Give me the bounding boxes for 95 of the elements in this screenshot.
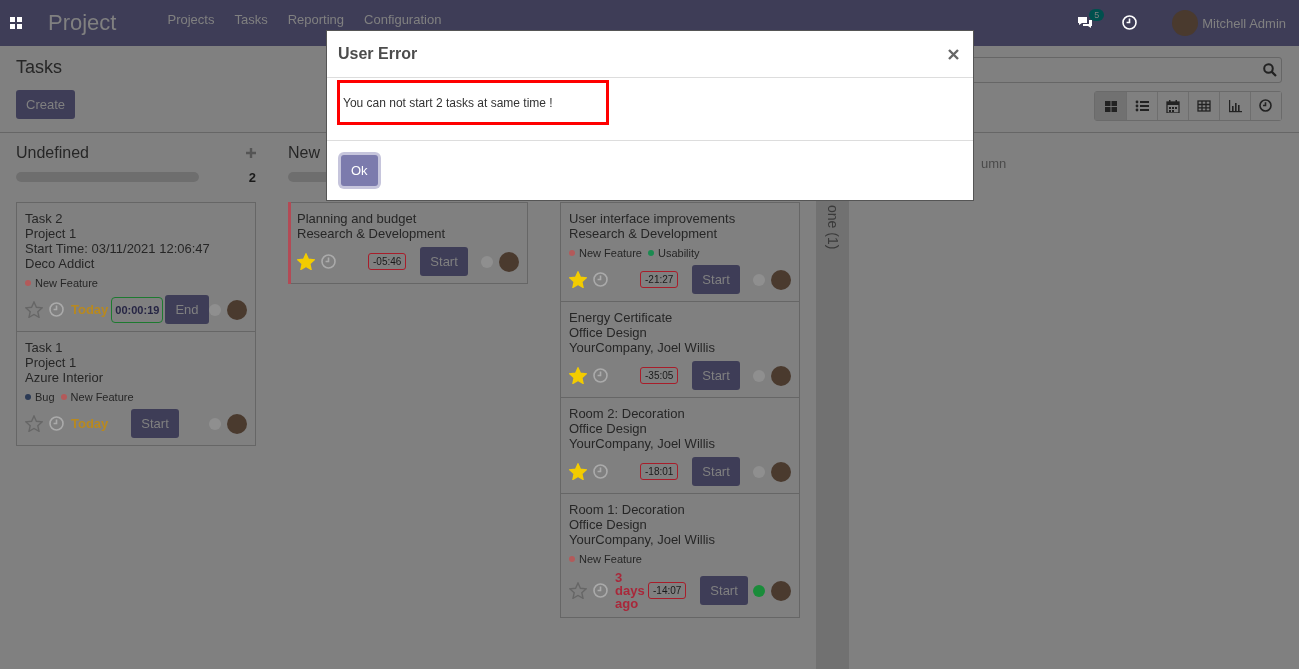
card-text: Room 1: Decoration — [569, 502, 686, 517]
tag-label: Bug — [35, 391, 55, 403]
card-text: Project 1 — [25, 355, 78, 370]
task-action-button[interactable]: Start — [692, 457, 740, 486]
assignee-avatar — [227, 299, 247, 320]
close-icon[interactable] — [948, 48, 959, 60]
table-view-icon — [1197, 99, 1211, 113]
create-button[interactable]: Create — [16, 90, 76, 119]
calendar-view-icon — [1166, 99, 1180, 113]
task-action-button[interactable]: Start — [692, 265, 740, 294]
kanban-view-icon — [1103, 99, 1118, 113]
task-action-button[interactable]: Start — [692, 361, 740, 390]
star-filled-icon[interactable] — [297, 253, 315, 270]
card-text: Office Design — [569, 517, 648, 532]
star-filled-icon[interactable] — [569, 271, 587, 288]
star-outline-icon[interactable] — [569, 582, 587, 599]
card-text: YourCompany, Joel Willis — [569, 436, 716, 451]
assignee-avatar — [227, 413, 247, 434]
tag-label: New Feature — [35, 277, 98, 289]
card-text: Office Design — [569, 421, 648, 436]
status-dot[interactable] — [209, 303, 221, 316]
page-title: Tasks — [16, 57, 63, 78]
timer-badge: 00:00:19 — [111, 296, 164, 323]
error-message: You can not start 2 tasks at same time ! — [343, 95, 553, 110]
task-card[interactable]: Room 2: Decoration Office Design YourCompany, Joel Willis -18:01 Start — [560, 397, 800, 494]
dialog-title: User Error — [338, 45, 418, 63]
column-title: Undefined — [16, 144, 89, 162]
bar-chart-view-icon — [1228, 99, 1242, 113]
task-card[interactable]: User interface improvements Research & Development New Feature Usability -21:27 Start — [560, 202, 800, 302]
user-name[interactable]: Mitchell Admin — [1202, 15, 1286, 31]
timer-badge: -21:27 — [640, 271, 679, 288]
timer-badge: -35:05 — [640, 367, 679, 384]
column-title: New — [288, 144, 320, 162]
task-card[interactable]: Task 2 Project 1 Start Time: 03/11/2021 12:06:47 Deco Addict New Feature Today 00:00:19 End — [16, 202, 256, 332]
card-text: Task 1 — [25, 340, 64, 355]
deadline-date: 3 days ago — [615, 571, 645, 610]
timer-badge: -05:46 — [368, 253, 407, 270]
menu-item[interactable]: Configuration — [364, 12, 442, 27]
card-text: Room 2: Decoration — [569, 406, 686, 421]
card-text: Research & Development — [297, 226, 447, 241]
view-switch-button[interactable] — [1095, 92, 1126, 120]
star-filled-icon[interactable] — [569, 463, 587, 480]
ok-button[interactable]: Ok — [341, 155, 378, 186]
card-text: Planning and budget — [297, 211, 418, 226]
clock-icon[interactable] — [1122, 15, 1139, 31]
search-icon[interactable] — [1263, 63, 1277, 77]
tag-label: New Feature — [579, 247, 642, 259]
task-card[interactable]: Planning and budget Research & Development -05:46 Start — [288, 202, 528, 284]
column-count: 2 — [248, 169, 256, 185]
timer-badge: -18:01 — [640, 463, 679, 480]
card-text: YourCompany, Joel Willis — [569, 532, 716, 547]
task-action-button[interactable]: Start — [420, 247, 468, 276]
star-filled-icon[interactable] — [569, 367, 587, 384]
plus-icon[interactable] — [246, 148, 256, 158]
card-text: User interface improvements — [569, 211, 737, 226]
task-card[interactable]: Room 1: Decoration Office Design YourCompany, Joel Willis New Feature 3 days ago -14:07 Start — [560, 493, 800, 618]
card-text: YourCompany, Joel Willis — [569, 340, 716, 355]
timer-badge: -14:07 — [648, 582, 687, 599]
apps-grid-icon[interactable] — [10, 17, 22, 29]
task-card[interactable]: Energy Certificate Office Design YourCompany, Joel Willis -35:05 Start — [560, 301, 800, 398]
assignee-avatar — [771, 269, 791, 290]
tag-label: New Feature — [579, 553, 642, 565]
task-card[interactable]: Task 1 Project 1 Azure Interior Bug New Feature Today Start — [16, 331, 256, 446]
list-view-icon — [1135, 99, 1149, 113]
tag-label: New Feature — [70, 391, 134, 403]
assignee-avatar — [771, 461, 791, 482]
status-dot[interactable] — [753, 584, 765, 597]
chat-bubbles-icon[interactable] — [1077, 16, 1094, 30]
view-switch-button[interactable] — [1250, 92, 1281, 120]
star-outline-icon[interactable] — [25, 415, 43, 432]
card-text: Research & Development — [569, 226, 719, 241]
assignee-avatar — [771, 365, 791, 386]
task-action-button[interactable]: Start — [131, 409, 179, 438]
message-count-badge: 5 — [1089, 9, 1105, 21]
app-title: Project — [48, 10, 117, 36]
card-text: Azure Interior — [25, 370, 105, 385]
star-outline-icon[interactable] — [25, 301, 43, 318]
card-text: Energy Certificate — [569, 310, 674, 325]
menu-item[interactable]: Tasks — [234, 12, 268, 27]
card-text: Deco Addict — [25, 256, 96, 271]
task-action-button[interactable]: End — [165, 295, 209, 324]
clock-view-icon — [1259, 99, 1273, 113]
card-text: Project 1 — [25, 226, 78, 241]
deadline-date: Today — [71, 416, 109, 431]
assignee-avatar — [771, 580, 791, 601]
assignee-avatar — [499, 251, 519, 272]
user-avatar — [1172, 10, 1199, 36]
task-action-button[interactable]: Start — [700, 576, 748, 605]
card-text: Task 2 — [25, 211, 64, 226]
deadline-date: Today — [71, 302, 109, 317]
card-text: Start Time: 03/11/2021 12:06:47 — [25, 241, 211, 256]
card-text: Office Design — [569, 325, 648, 340]
menu-item[interactable]: Reporting — [287, 12, 345, 27]
menu-item[interactable]: Projects — [167, 12, 215, 27]
tag-label: Usability — [658, 247, 700, 259]
